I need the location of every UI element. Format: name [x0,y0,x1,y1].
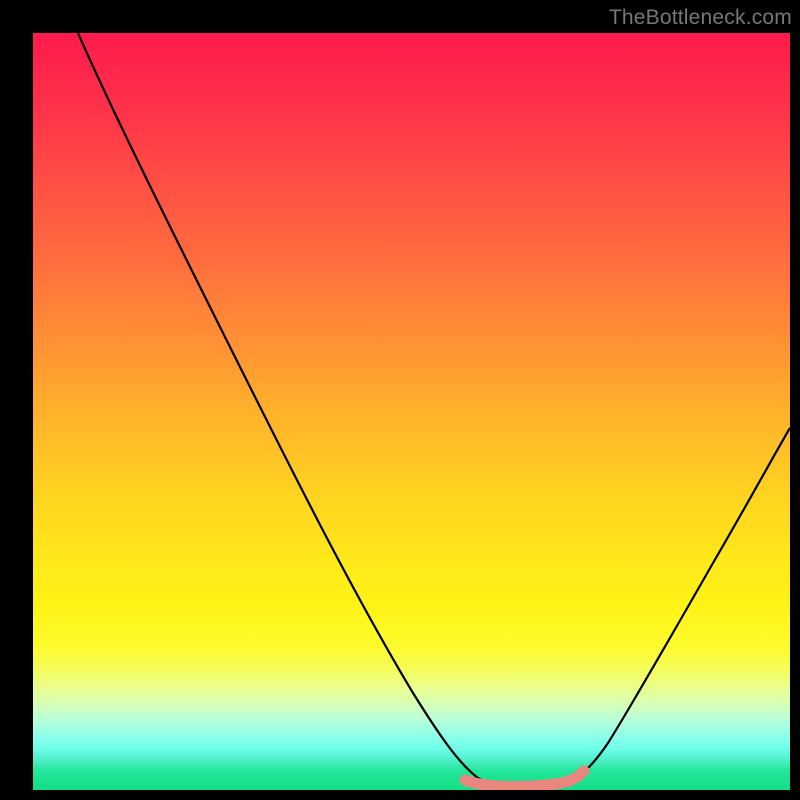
bottleneck-curve [33,33,790,790]
optimal-range-band [465,771,584,787]
watermark-text: TheBottleneck.com [609,6,792,30]
chart-plot-area [33,33,790,790]
chart-frame: TheBottleneck.com [0,0,800,800]
curve-path [78,33,790,786]
